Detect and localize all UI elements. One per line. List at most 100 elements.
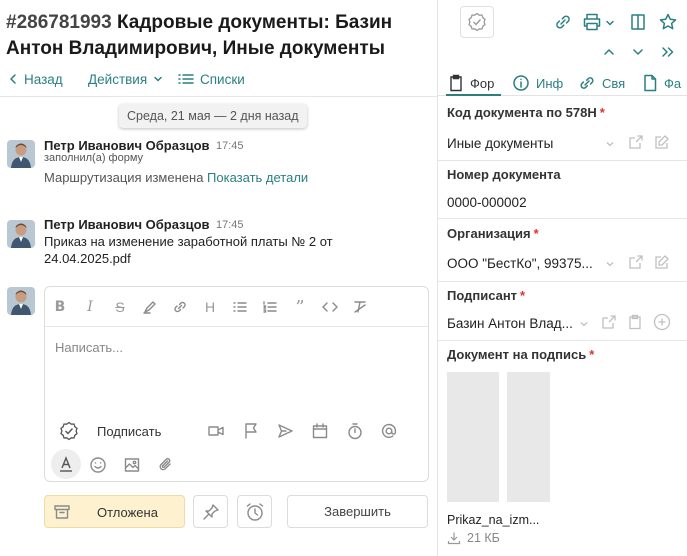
comment-editor: B I S H ” Написать... Подписать xyxy=(44,286,429,482)
pin-icon xyxy=(202,503,219,520)
page-title: #286781993 Кадровые документы: Базин Ант… xyxy=(6,10,434,62)
field-label: Документ на подпись * xyxy=(447,347,595,362)
tab-form[interactable]: Фор xyxy=(448,72,502,94)
reminder-button[interactable] xyxy=(237,495,272,528)
chevron-left-icon xyxy=(10,74,16,84)
image-icon[interactable] xyxy=(121,454,143,476)
divider xyxy=(438,160,687,161)
back-button[interactable]: Назад xyxy=(8,68,63,90)
alarm-clock-icon xyxy=(246,502,263,521)
tab-info[interactable]: Инф xyxy=(512,72,564,94)
tab-files[interactable]: Фа xyxy=(642,72,687,94)
list-icon xyxy=(178,74,194,84)
show-details-link[interactable]: Показать детали xyxy=(207,170,308,185)
tab-links[interactable]: Свя xyxy=(578,72,632,94)
print-icon[interactable] xyxy=(582,12,602,32)
postponed-button[interactable]: Отложена xyxy=(44,495,185,528)
link-icon[interactable] xyxy=(171,298,189,316)
clipboard-icon xyxy=(450,74,462,92)
document-number-field[interactable]: 0000-000002 xyxy=(447,195,527,210)
edit-icon[interactable] xyxy=(654,134,670,150)
message-author[interactable]: Петр Иванович Образцов xyxy=(44,138,210,153)
add-icon[interactable] xyxy=(653,313,671,331)
star-icon[interactable] xyxy=(658,12,678,32)
open-external-icon[interactable] xyxy=(628,134,644,150)
divider xyxy=(438,340,687,341)
previous-icon[interactable] xyxy=(599,42,619,62)
bullet-list-icon[interactable] xyxy=(231,298,249,316)
attachment-link[interactable]: Приказ на изменение заработной платы № 2… xyxy=(44,233,344,267)
open-external-icon[interactable] xyxy=(601,314,617,330)
mention-icon[interactable] xyxy=(380,422,398,440)
clipboard-icon[interactable] xyxy=(627,314,643,330)
expand-panel-icon[interactable] xyxy=(658,42,678,62)
details-pane: Фор Инф Свя Фа Код документа по 578Н * Ин… xyxy=(438,0,687,556)
comment-input[interactable]: Написать... xyxy=(55,340,123,355)
attach-icon[interactable] xyxy=(155,454,177,476)
attachment-download[interactable]: 21 КБ xyxy=(447,531,500,545)
chevron-down-icon[interactable] xyxy=(578,318,594,334)
code-icon[interactable] xyxy=(321,298,339,316)
chevron-down-icon[interactable] xyxy=(604,138,620,154)
send-icon[interactable] xyxy=(276,422,294,440)
avatar xyxy=(7,287,35,315)
field-label: Подписант * xyxy=(447,288,526,303)
bold-icon[interactable]: B xyxy=(51,298,69,316)
date-divider: Среда, 21 мая — 2 дня назад xyxy=(119,104,307,128)
finish-button[interactable]: Завершить xyxy=(287,495,428,528)
next-icon[interactable] xyxy=(628,42,648,62)
quote-icon[interactable]: ” xyxy=(291,297,309,318)
chevron-down-icon[interactable] xyxy=(604,258,620,274)
calendar-icon[interactable] xyxy=(311,422,329,440)
field-label: Код документа по 578Н * xyxy=(447,105,605,120)
document-number: #286781993 xyxy=(6,12,112,33)
file-icon xyxy=(644,74,657,92)
sign-status-button[interactable] xyxy=(460,6,494,38)
numbered-list-icon[interactable] xyxy=(261,298,279,316)
avatar[interactable] xyxy=(7,220,35,248)
print-menu-chevron-icon[interactable] xyxy=(604,13,616,33)
timer-icon[interactable] xyxy=(346,422,364,440)
format-toolbar: B I S H ” xyxy=(45,287,428,327)
attachment-name[interactable]: Prikaz_na_izm... xyxy=(447,513,539,527)
copy-link-icon[interactable] xyxy=(553,12,573,32)
chevron-down-icon xyxy=(154,76,162,82)
text-color-icon[interactable] xyxy=(51,449,81,479)
actions-menu-button[interactable]: Действия xyxy=(88,68,163,90)
field-label: Номер документа xyxy=(447,167,561,182)
message-text: Маршрутизация изменена Показать детали xyxy=(44,170,309,185)
info-icon xyxy=(513,75,529,91)
message-time: 17:45 xyxy=(216,219,244,231)
signer-select[interactable]: Базин Антон Влад... xyxy=(447,316,575,331)
conversation-pane: #286781993 Кадровые документы: Базин Ант… xyxy=(0,0,437,556)
clear-format-icon[interactable] xyxy=(351,298,369,316)
badge-check-icon xyxy=(60,421,78,441)
message-subtitle: заполнил(а) форму xyxy=(44,152,144,164)
italic-icon[interactable]: I xyxy=(81,298,99,316)
avatar[interactable] xyxy=(7,140,35,168)
flag-icon[interactable] xyxy=(242,422,260,440)
divider xyxy=(438,281,687,282)
organization-select[interactable]: ООО "БестКо", 99375... xyxy=(447,256,597,271)
attachment-thumbnail[interactable] xyxy=(447,372,550,502)
open-external-icon[interactable] xyxy=(628,254,644,270)
highlighter-icon[interactable] xyxy=(141,298,159,316)
message-author[interactable]: Петр Иванович Образцов xyxy=(44,217,210,232)
edit-icon[interactable] xyxy=(654,254,670,270)
divider xyxy=(0,96,437,97)
heading-icon[interactable]: H xyxy=(201,298,219,316)
message-time: 17:45 xyxy=(216,140,244,152)
video-icon[interactable] xyxy=(207,422,225,440)
emoji-icon[interactable] xyxy=(87,454,109,476)
divider xyxy=(438,218,687,219)
pin-button[interactable] xyxy=(193,495,228,528)
strikethrough-icon[interactable]: S xyxy=(111,298,129,316)
sign-button[interactable]: Подписать xyxy=(59,420,161,442)
details-tabs: Фор Инф Свя Фа xyxy=(438,70,687,96)
link-icon xyxy=(580,77,594,89)
badge-check-icon xyxy=(468,12,486,32)
document-code-select[interactable]: Иные документы xyxy=(447,136,553,151)
split-view-icon[interactable] xyxy=(628,12,648,32)
lists-button[interactable]: Списки xyxy=(178,68,245,90)
download-icon xyxy=(447,532,461,545)
